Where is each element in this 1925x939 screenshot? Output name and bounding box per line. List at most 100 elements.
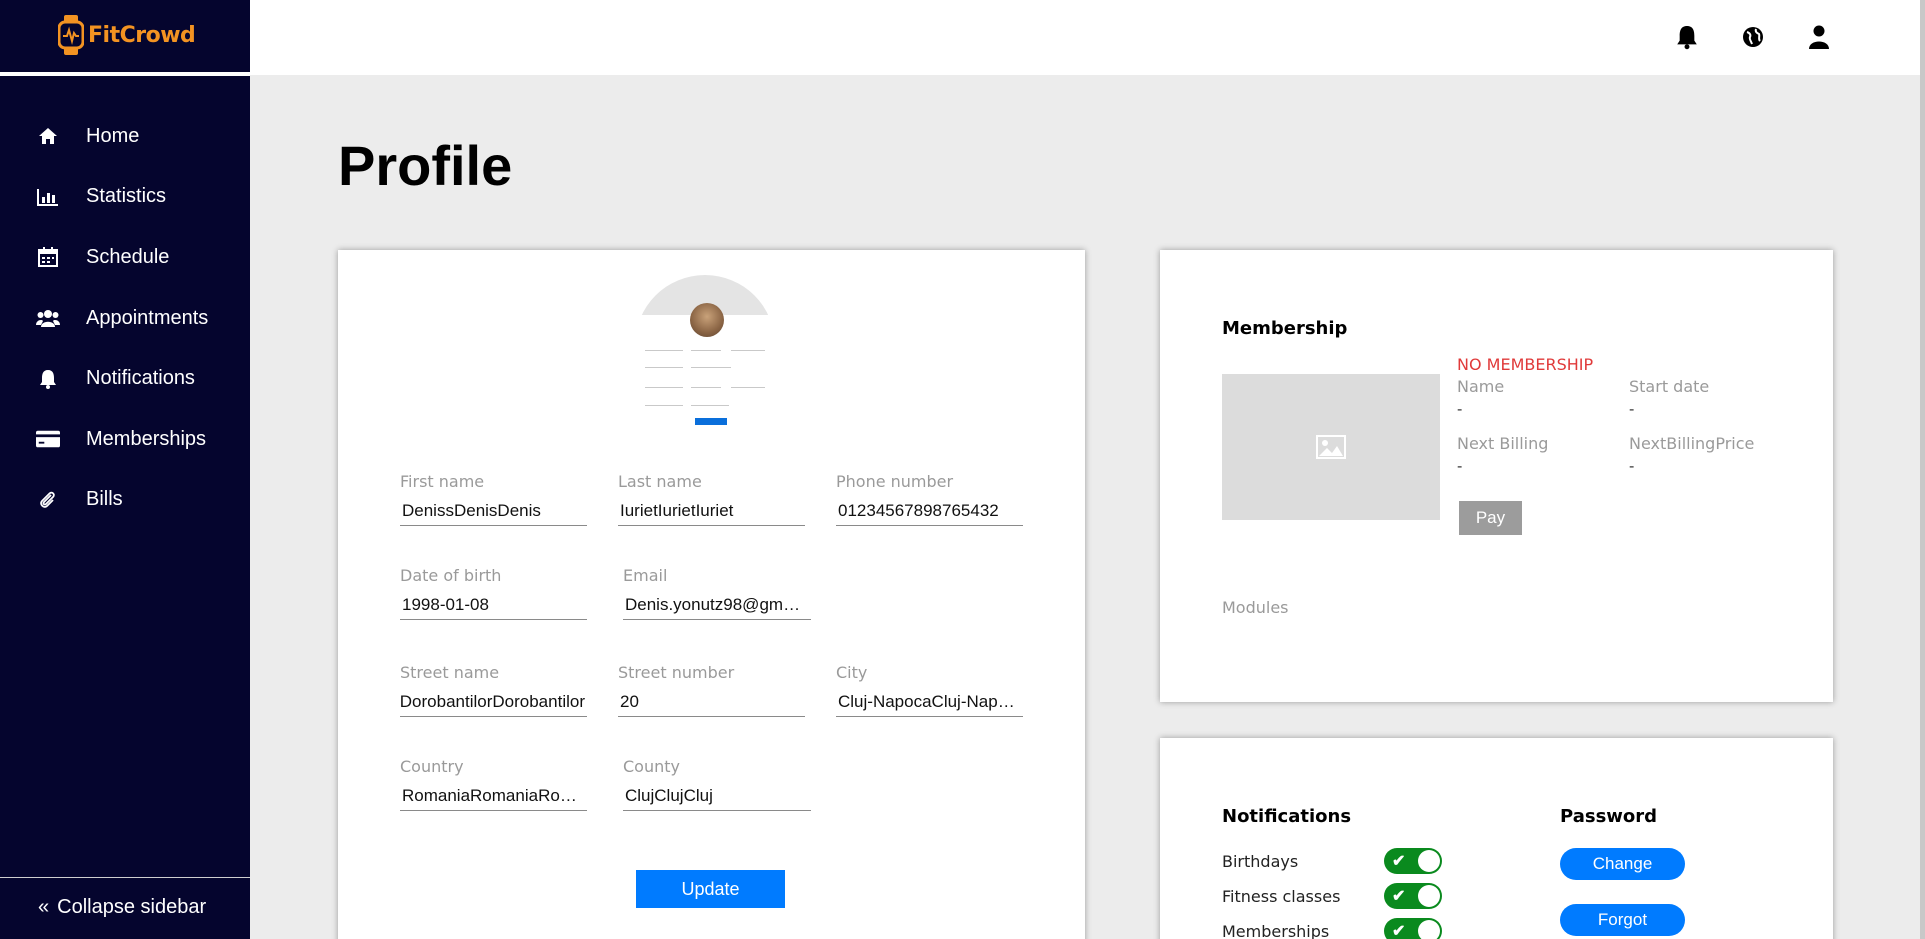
bar-chart-icon: [36, 185, 60, 209]
membership-title: Membership: [1222, 318, 1348, 339]
country-label: Country: [400, 757, 464, 776]
last-name-label: Last name: [618, 472, 702, 491]
phone-input[interactable]: 01234567898765432: [836, 499, 1023, 526]
user-icon[interactable]: [1806, 22, 1832, 52]
avatar: [690, 303, 724, 337]
county-input[interactable]: ClujClujCluj: [623, 784, 811, 811]
notification-row-birthdays: Birthdays ✔: [1222, 848, 1442, 874]
top-bar-actions: [1674, 22, 1832, 52]
settings-card: Notifications Password Birthdays ✔ Fitne…: [1160, 738, 1833, 939]
street-number-field: Street number 20: [618, 663, 805, 717]
sidebar-item-statistics[interactable]: Statistics: [0, 167, 250, 228]
birthdays-toggle[interactable]: ✔: [1384, 848, 1442, 874]
brand[interactable]: FitCrowd: [0, 0, 250, 70]
street-name-field: Street name DorobantilorDorobantilor: [400, 663, 587, 717]
avatar-preview-button: [695, 418, 727, 425]
pay-button[interactable]: Pay: [1459, 501, 1522, 535]
users-icon: [36, 306, 60, 330]
check-icon: ✔: [1392, 923, 1406, 939]
top-bar: [250, 0, 1922, 75]
first-name-field: First name DenissDenisDenis: [400, 472, 587, 526]
email-label: Email: [623, 566, 668, 585]
sidebar-item-notifications[interactable]: Notifications: [0, 348, 250, 409]
modules-label: Modules: [1222, 598, 1289, 617]
toggle-knob: [1418, 885, 1440, 907]
double-chevron-left-icon: «: [38, 896, 50, 918]
smartwatch-icon: [58, 15, 84, 55]
first-name-label: First name: [400, 472, 485, 491]
street-name-label: Street name: [400, 663, 500, 682]
sidebar-item-appointments[interactable]: Appointments: [0, 288, 250, 349]
collapse-divider: [0, 877, 250, 878]
avatar-preview-line: [691, 387, 721, 388]
membership-name-value: -: [1457, 401, 1463, 418]
dob-input[interactable]: 1998-01-08: [400, 593, 587, 620]
city-input[interactable]: Cluj-NapocaCluj-Napoca: [836, 690, 1023, 717]
avatar-preview-line: [645, 405, 683, 406]
last-name-input[interactable]: IurietIurietIuriet: [618, 499, 805, 526]
notification-label: Memberships: [1222, 921, 1330, 939]
sidebar-item-label: Statistics: [86, 185, 167, 208]
globe-icon[interactable]: [1740, 22, 1766, 52]
avatar-preview[interactable]: [635, 275, 775, 435]
avatar-preview-line: [691, 367, 731, 368]
sidebar-item-schedule[interactable]: Schedule: [0, 227, 250, 288]
sidebar-item-label: Schedule: [86, 245, 170, 268]
bell-icon: [36, 367, 60, 391]
memberships-toggle[interactable]: ✔: [1384, 918, 1442, 939]
sidebar-item-label: Memberships: [86, 427, 207, 450]
check-icon: ✔: [1392, 853, 1406, 870]
sidebar-item-label: Appointments: [86, 306, 209, 329]
first-name-input[interactable]: DenissDenisDenis: [400, 499, 587, 526]
sidebar-item-home[interactable]: Home: [0, 106, 250, 167]
sidebar-nav: Home Statistics Schedule Appointments No…: [0, 106, 250, 530]
paperclip-icon: [36, 488, 60, 512]
fitness-classes-toggle[interactable]: ✔: [1384, 883, 1442, 909]
membership-price-label: NextBillingPrice: [1629, 434, 1755, 453]
sidebar-item-bills[interactable]: Bills: [0, 470, 250, 531]
calendar-icon: [36, 245, 60, 269]
phone-label: Phone number: [836, 472, 954, 491]
email-field: Email Denis.yonutz98@gmail.com: [623, 566, 811, 620]
forgot-password-button[interactable]: Forgot: [1560, 904, 1685, 936]
page-scrollbar[interactable]: [1920, 0, 1925, 939]
sidebar-item-label: Bills: [86, 488, 123, 511]
street-number-input[interactable]: 20: [618, 690, 805, 717]
membership-card: Membership NO MEMBERSHIP Name - Start da…: [1160, 250, 1833, 702]
check-icon: ✔: [1392, 888, 1406, 905]
brand-name: FitCrowd: [88, 22, 196, 48]
image-icon: [1316, 435, 1346, 459]
notification-label: Birthdays: [1222, 851, 1299, 871]
dob-field: Date of birth 1998-01-08: [400, 566, 587, 620]
brand-logo: FitCrowd: [58, 15, 196, 55]
notification-row-fitness-classes: Fitness classes ✔: [1222, 883, 1442, 909]
update-button[interactable]: Update: [636, 870, 785, 908]
collapse-sidebar-label: Collapse sidebar: [57, 896, 207, 918]
credit-card-icon: [36, 427, 60, 451]
phone-field: Phone number 01234567898765432: [836, 472, 1023, 526]
avatar-preview-line: [691, 350, 721, 351]
bell-icon[interactable]: [1674, 22, 1700, 52]
toggle-knob: [1418, 920, 1440, 939]
collapse-sidebar-button[interactable]: « Collapse sidebar: [38, 896, 206, 919]
notification-row-memberships: Memberships ✔: [1222, 918, 1442, 939]
county-field: County ClujClujCluj: [623, 757, 811, 811]
last-name-field: Last name IurietIurietIuriet: [618, 472, 805, 526]
membership-start-value: -: [1629, 401, 1635, 418]
email-input[interactable]: Denis.yonutz98@gmail.com: [623, 593, 811, 620]
change-password-button[interactable]: Change: [1560, 848, 1685, 880]
toggle-knob: [1418, 850, 1440, 872]
dob-label: Date of birth: [400, 566, 502, 585]
avatar-preview-line: [645, 350, 683, 351]
membership-status: NO MEMBERSHIP: [1457, 355, 1594, 374]
street-name-input[interactable]: DorobantilorDorobantilor: [400, 690, 587, 717]
notification-label: Fitness classes: [1222, 886, 1341, 906]
sidebar-item-memberships[interactable]: Memberships: [0, 409, 250, 470]
country-input[interactable]: RomaniaRomaniaRomania: [400, 784, 587, 811]
membership-start-label: Start date: [1629, 377, 1710, 396]
country-field: Country RomaniaRomaniaRomania: [400, 757, 587, 811]
avatar-preview-line: [731, 387, 765, 388]
membership-billing-label: Next Billing: [1457, 434, 1549, 453]
sidebar-item-label: Home: [86, 124, 140, 147]
home-icon: [36, 124, 60, 148]
